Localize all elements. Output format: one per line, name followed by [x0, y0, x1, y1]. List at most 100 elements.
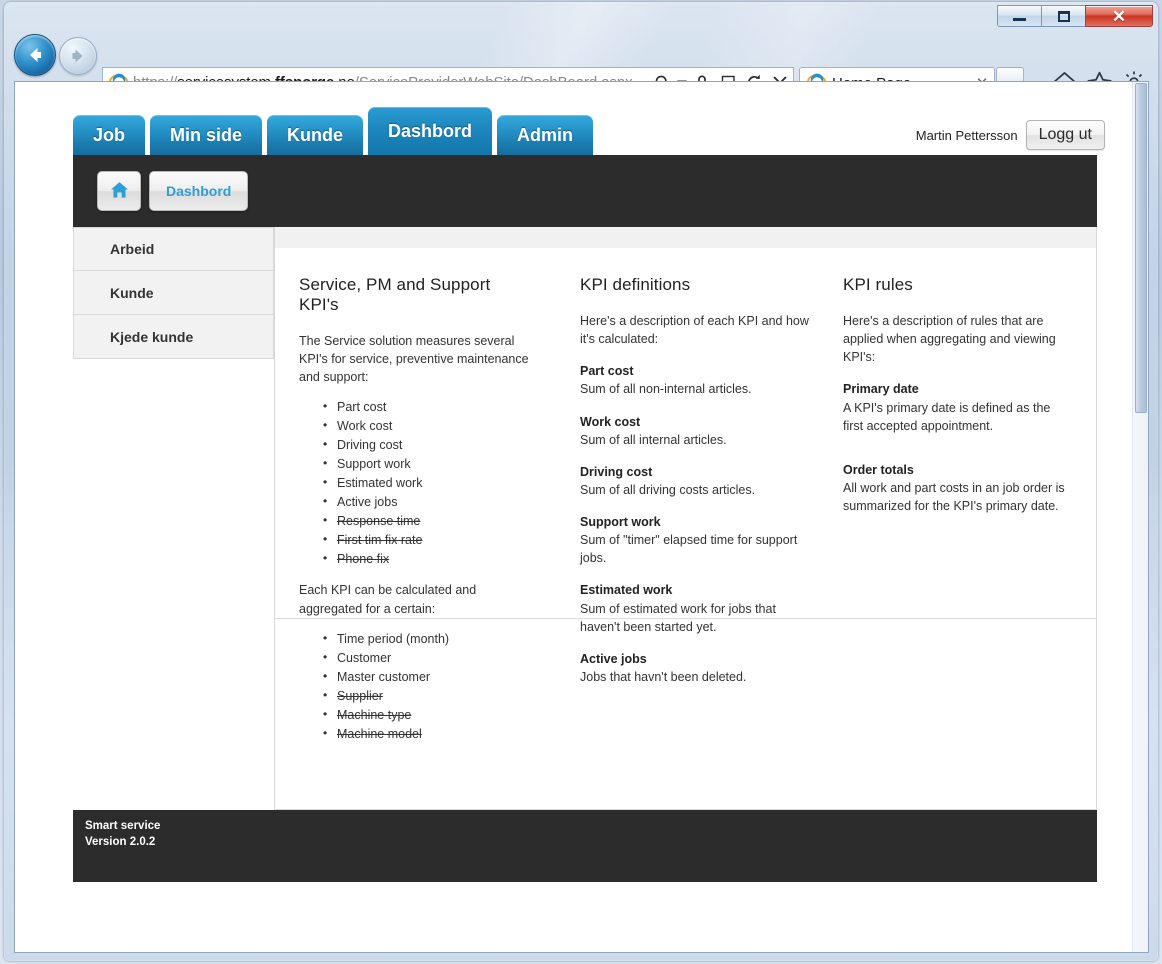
scrollbar-thumb[interactable] — [1135, 83, 1147, 413]
breadcrumb-current-button[interactable]: Dashbord — [149, 171, 249, 211]
list-item: Work cost — [323, 416, 532, 436]
minimize-button[interactable] — [997, 5, 1042, 27]
footer-product: Smart service — [85, 820, 161, 832]
close-button[interactable]: ✕ — [1085, 5, 1153, 27]
primary-navigation: Job Min side Kunde Dashbord Admin — [73, 107, 598, 155]
rule-term: Primary date — [843, 382, 919, 397]
column-heading: Service, PM and Support KPI's — [299, 275, 491, 314]
nav-tab-job[interactable]: Job — [73, 115, 146, 155]
column-kpi-definitions: KPI definitions Here's a description of … — [556, 248, 837, 744]
list-item: Support work — [323, 454, 532, 474]
rule-entry: Order totals All work and part costs in … — [843, 461, 1072, 515]
column-kpis: Service, PM and Support KPI's The Servic… — [275, 248, 556, 744]
column-kpi-rules: KPI rules Here's a description of rules … — [837, 248, 1096, 744]
list-item: Active jobs — [323, 492, 532, 512]
column-intro-secondary: Each KPI can be calculated and aggregate… — [299, 583, 477, 616]
list-item: First tim fix rate — [323, 530, 532, 550]
list-item: Response time — [323, 511, 532, 531]
breadcrumb-home-button[interactable] — [97, 171, 141, 211]
column-intro: The Service solution measures several KP… — [299, 334, 529, 385]
definition-description: Sum of all internal articles. — [580, 432, 727, 447]
sidebar-item-label: Kunde — [110, 284, 154, 301]
rule-entry: Primary date A KPI's primary date is def… — [843, 380, 1072, 434]
sidebar: Arbeid Kunde Kjede kunde — [73, 227, 274, 359]
logout-button[interactable]: Logg ut — [1025, 120, 1105, 150]
definition-description: Sum of estimated work for jobs that have… — [580, 601, 776, 634]
definition-entry: Driving cost Sum of all driving costs ar… — [580, 463, 813, 499]
nav-tab-label: Min side — [170, 124, 243, 145]
column-heading: KPI rules — [843, 275, 913, 294]
rule-description: A KPI's primary date is defined as the f… — [843, 400, 1051, 433]
definition-description: Sum of all non-internal articles. — [580, 382, 752, 397]
home-icon — [110, 181, 129, 202]
page-scrollbar[interactable] — [1132, 82, 1148, 952]
browser-navigation-bar: https://servicesystem.ffsnorge.no/Servic… — [4, 30, 1158, 98]
definition-term: Support work — [580, 515, 661, 529]
definition-description: Sum of "timer" elapsed time for support … — [580, 533, 798, 566]
back-arrow-icon[interactable] — [14, 34, 56, 76]
minimize-icon — [1013, 18, 1026, 21]
definition-term: Part cost — [580, 364, 634, 379]
breadcrumb-current-label: Dashbord — [166, 183, 232, 199]
content-panel-header — [274, 227, 1097, 248]
page-footer: Smart service Version 2.0.2 — [73, 810, 1097, 882]
sidebar-item-kunde[interactable]: Kunde — [73, 271, 274, 315]
nav-tab-label: Admin — [517, 124, 574, 145]
list-item: Machine model — [323, 724, 532, 744]
list-item: Master customer — [323, 667, 532, 687]
breadcrumb: Dashbord — [97, 171, 249, 211]
definition-term: Active jobs — [580, 651, 647, 666]
nav-tab-label: Dashbord — [388, 120, 473, 141]
nav-tab-label: Job — [93, 124, 126, 145]
aggregation-list: Time period (month) Customer Master cust… — [299, 629, 532, 744]
column-heading: KPI definitions — [580, 275, 691, 294]
list-item: Estimated work — [323, 473, 532, 493]
definition-term: Driving cost — [580, 464, 653, 479]
list-item: Driving cost — [323, 435, 532, 455]
list-item: Supplier — [323, 686, 532, 706]
definition-description: Jobs that havn't been deleted. — [580, 669, 747, 684]
list-item: Part cost — [323, 397, 532, 417]
column-intro: Here's a description of rules that are a… — [843, 314, 1056, 365]
rule-description: All work and part costs in an job order … — [843, 480, 1065, 513]
nav-tab-min-side[interactable]: Min side — [150, 115, 263, 155]
definition-entry: Part cost Sum of all non-internal articl… — [580, 362, 813, 398]
rule-term: Order totals — [843, 462, 914, 477]
list-item: Phone fix — [323, 549, 532, 569]
nav-tab-label: Kunde — [287, 124, 344, 145]
definition-entry: Active jobs Jobs that havn't been delete… — [580, 650, 813, 686]
column-intro: Here's a description of each KPI and how… — [580, 314, 809, 347]
list-item: Machine type — [323, 705, 532, 725]
sidebar-item-kjede-kunde[interactable]: Kjede kunde — [73, 315, 274, 359]
definition-entry: Support work Sum of "timer" elapsed time… — [580, 513, 813, 567]
content-columns: Service, PM and Support KPI's The Servic… — [275, 248, 1096, 744]
forward-arrow-icon[interactable] — [59, 37, 97, 75]
page-viewport: Job Min side Kunde Dashbord Admin Martin… — [14, 81, 1149, 953]
list-item: Customer — [323, 648, 532, 668]
sidebar-item-label: Arbeid — [110, 241, 155, 257]
definition-entry: Estimated work Sum of estimated work for… — [580, 581, 813, 635]
list-item: Time period (month) — [323, 629, 532, 649]
content-panel: Service, PM and Support KPI's The Servic… — [274, 248, 1097, 810]
browser-window: ✕ https://servicesystem.ffsnorge.no/Serv… — [4, 2, 1158, 961]
toolbar-dark-bar: Dashbord — [73, 155, 1097, 227]
definition-term: Work cost — [580, 414, 641, 429]
nav-tab-dashbord[interactable]: Dashbord — [368, 107, 493, 155]
close-icon: ✕ — [1111, 6, 1127, 26]
sidebar-item-arbeid[interactable]: Arbeid — [73, 227, 274, 271]
user-name: Martin Pettersson — [915, 127, 1018, 143]
web-page: Job Min side Kunde Dashbord Admin Martin… — [15, 82, 1133, 952]
footer-version: Version 2.0.2 — [85, 835, 156, 848]
kpi-list: Part cost Work cost Driving cost Support… — [299, 397, 532, 569]
definition-term: Estimated work — [580, 583, 673, 598]
definition-entry: Work cost Sum of all internal articles. — [580, 413, 813, 449]
definition-description: Sum of all driving costs articles. — [580, 482, 756, 497]
maximize-button[interactable] — [1041, 5, 1086, 27]
user-area: Martin Pettersson Logg ut — [916, 120, 1105, 150]
maximize-icon — [1057, 10, 1070, 22]
sidebar-item-label: Kjede kunde — [110, 328, 194, 345]
nav-tab-admin[interactable]: Admin — [497, 115, 594, 155]
nav-tab-kunde[interactable]: Kunde — [267, 115, 364, 155]
